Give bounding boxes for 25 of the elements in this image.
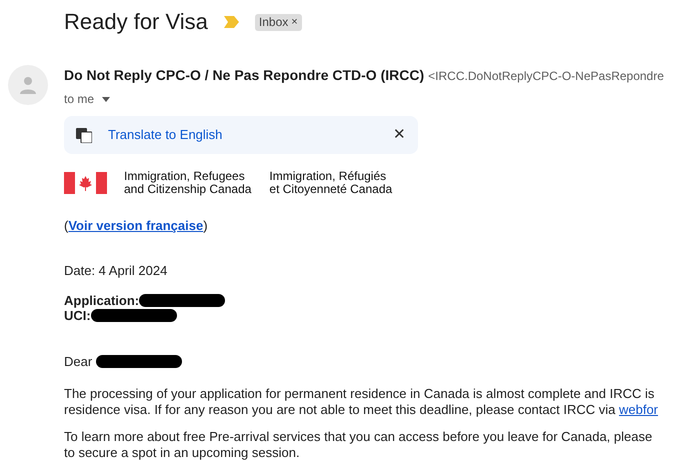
canada-flag-icon	[64, 172, 107, 194]
translate-icon	[76, 128, 92, 142]
person-icon	[19, 76, 37, 94]
label-chip[interactable]: Inbox ×	[254, 14, 302, 30]
paragraph-line: The processing of your application for permanent residence in Canada is almost complete and IRCC is	[64, 386, 656, 402]
date-text: Date: 4 April 2024	[64, 263, 168, 279]
paragraph-line: To learn more about free Pre-arrival services that you can access before you leave for Canada, please	[64, 428, 654, 444]
sender-email: <IRCC.DoNotReplyCPC-O-NePasRepondre	[428, 68, 664, 85]
webform-link[interactable]: webfor	[618, 402, 658, 416]
paragraph-line: residence visa. If for any reason you are not able to meet this deadline, please contact IRCC via webfor	[64, 402, 660, 418]
department-name: Immigration, Refugees and Citizenship Canada	[124, 170, 252, 196]
greeting-text: Dear	[64, 353, 92, 371]
translate-link[interactable]: Translate to English	[108, 125, 222, 145]
remove-label-button[interactable]: ×	[291, 14, 298, 30]
recipient-label: to me	[64, 91, 94, 108]
dropdown-caret-icon	[102, 96, 110, 102]
close-button[interactable]: ✕	[393, 124, 406, 146]
field-label: Application:	[64, 293, 140, 308]
field-label: UCI:	[64, 308, 91, 323]
french-version-link[interactable]: Voir version française	[68, 218, 204, 233]
sender-name: Do Not Reply CPC-O / Ne Pas Repondre CTD-O (IRCC)	[64, 66, 424, 85]
email-subject: Ready for Visa	[64, 8, 208, 36]
language-link-line: (Voir version française)	[64, 218, 209, 234]
department-name: Immigration, Réfugiés et Citoyenneté Canada	[269, 170, 392, 196]
paragraph-line: to secure a spot in an upcoming session.	[64, 444, 301, 460]
